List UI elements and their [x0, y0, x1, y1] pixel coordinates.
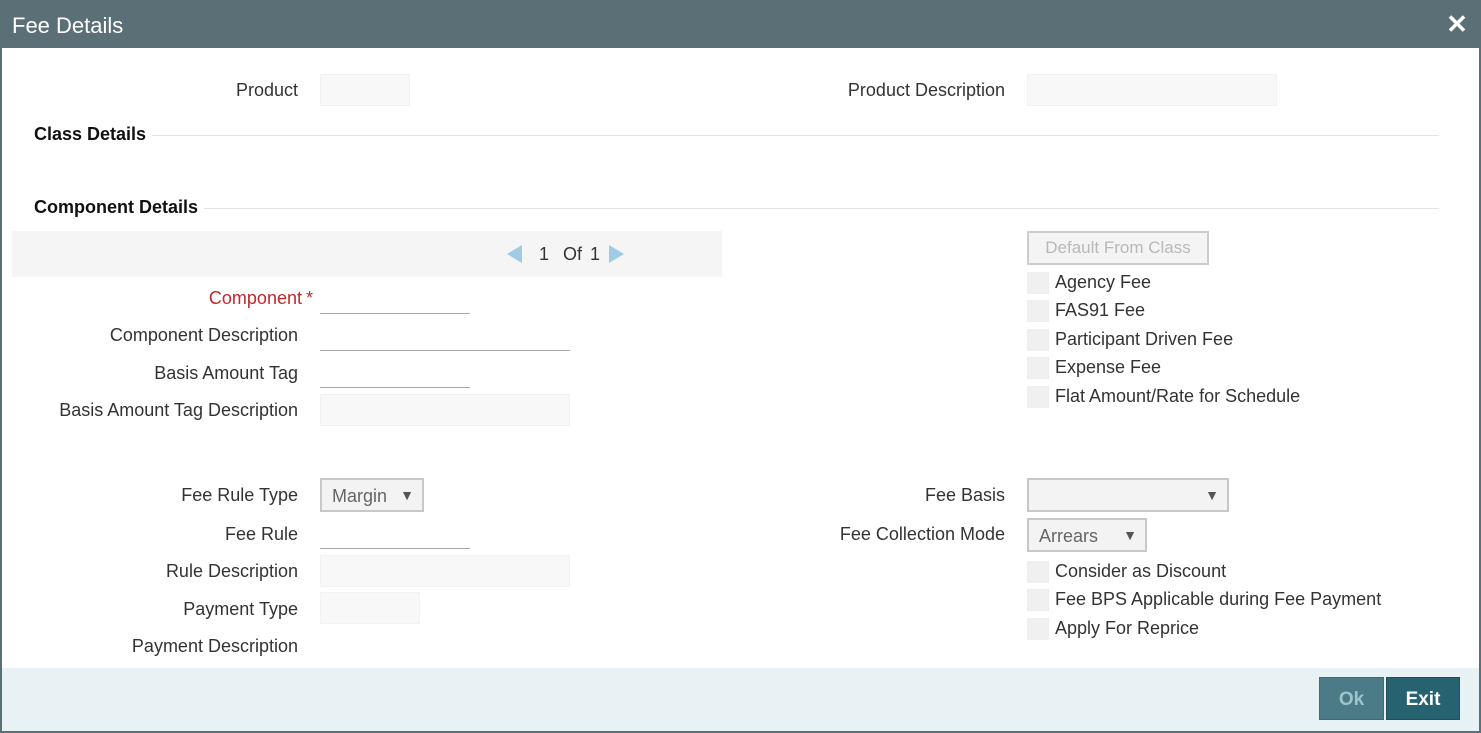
component-description-label: Component Description: [109, 325, 298, 345]
rule-description-label: Rule Description: [165, 561, 298, 581]
flat-amount-rate-checkbox[interactable]: [1027, 386, 1049, 408]
payment-type-label: Payment Type: [183, 599, 298, 619]
fee-bps-applicable-label: Fee BPS Applicable during Fee Payment: [1055, 589, 1382, 609]
fee-collection-mode-label: Fee Collection Mode: [839, 524, 1005, 544]
apply-for-reprice-checkbox[interactable]: [1027, 618, 1049, 640]
agency-fee-checkbox[interactable]: [1027, 272, 1049, 294]
fee-basis-label: Fee Basis: [924, 485, 1005, 505]
fee-rule-type-label: Fee Rule Type: [181, 485, 298, 505]
component-label: Component *: [208, 288, 313, 308]
consider-as-discount-checkbox[interactable]: [1027, 561, 1049, 583]
previous-record-icon[interactable]: [507, 245, 522, 263]
payment-type-field[interactable]: [320, 592, 420, 624]
product-label: Product: [235, 80, 298, 100]
required-marker: *: [305, 288, 313, 308]
apply-for-reprice-label: Apply For Reprice: [1055, 618, 1200, 638]
fee-rule-input[interactable]: [320, 517, 470, 549]
flat-amount-rate-label: Flat Amount/Rate for Schedule: [1055, 386, 1301, 406]
fee-rule-type-select[interactable]: Margin ▼: [320, 478, 424, 512]
component-details-rule: [34, 208, 1439, 209]
expense-fee-checkbox[interactable]: [1027, 357, 1049, 379]
class-details-heading: Class Details: [34, 124, 153, 145]
title-bar: Fee Details ✕: [2, 2, 1479, 48]
exit-button[interactable]: Exit: [1386, 677, 1460, 720]
component-input[interactable]: [320, 282, 470, 314]
basis-amount-tag-description-label: Basis Amount Tag Description: [59, 400, 298, 420]
dialog-title: Fee Details: [12, 13, 124, 38]
participant-driven-fee-label: Participant Driven Fee: [1055, 329, 1234, 349]
record-pager: 1 Of 1: [12, 231, 722, 277]
consider-as-discount-label: Consider as Discount: [1055, 561, 1227, 581]
basis-amount-tag-label: Basis Amount Tag: [154, 363, 298, 383]
chevron-down-icon: ▼: [1205, 487, 1219, 503]
component-details-heading: Component Details: [34, 197, 205, 218]
fee-rule-label: Fee Rule: [224, 524, 298, 544]
dialog-footer: [2, 668, 1479, 731]
next-record-icon[interactable]: [609, 245, 624, 263]
fee-details-dialog: Fee Details ✕ Product Product Descriptio…: [0, 0, 1481, 733]
ok-button[interactable]: Ok: [1319, 677, 1384, 720]
pager-of-label: Of: [563, 244, 583, 264]
pager-current: 1: [539, 244, 550, 264]
product-field[interactable]: [320, 74, 410, 106]
product-description-field[interactable]: [1027, 74, 1277, 106]
class-details-rule: [34, 135, 1439, 136]
component-description-input[interactable]: [320, 319, 570, 351]
chevron-down-icon: ▼: [1123, 527, 1137, 543]
basis-amount-tag-description-field[interactable]: [320, 394, 570, 426]
fee-collection-mode-select[interactable]: Arrears ▼: [1027, 518, 1147, 552]
fee-bps-applicable-checkbox[interactable]: [1027, 589, 1049, 611]
agency-fee-label: Agency Fee: [1055, 272, 1152, 292]
chevron-down-icon: ▼: [400, 487, 414, 503]
expense-fee-label: Expense Fee: [1055, 357, 1162, 377]
participant-driven-fee-checkbox[interactable]: [1027, 329, 1049, 351]
product-description-label: Product Description: [847, 80, 1005, 100]
fas91-fee-checkbox[interactable]: [1027, 300, 1049, 322]
default-from-class-button[interactable]: Default From Class: [1027, 231, 1209, 265]
fas91-fee-label: FAS91 Fee: [1055, 300, 1146, 320]
basis-amount-tag-input[interactable]: [320, 356, 470, 388]
close-icon[interactable]: ✕: [1443, 10, 1471, 38]
payment-description-label: Payment Description: [131, 636, 298, 656]
pager-total: 1: [590, 244, 601, 264]
fee-basis-select[interactable]: ▼: [1027, 478, 1229, 512]
rule-description-field[interactable]: [320, 555, 570, 587]
